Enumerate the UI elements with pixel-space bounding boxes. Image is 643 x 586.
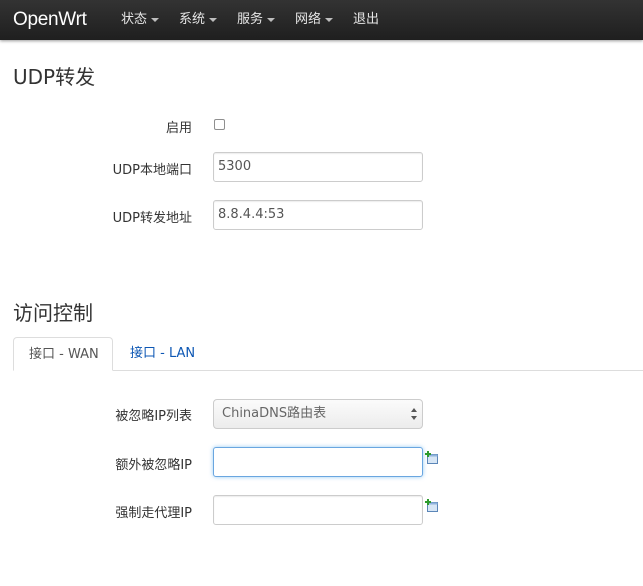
force-proxy-ip-label: 强制走代理IP	[115, 506, 192, 521]
top-navbar: OpenWrt 状态 系统 服务 网络 退出	[0, 0, 643, 40]
caret-down-icon	[267, 17, 276, 22]
ignore-ip-list-label: 被忽略IP列表	[115, 409, 192, 424]
nav-menu-services[interactable]: 服务	[237, 0, 276, 40]
brand-logo[interactable]: OpenWrt	[13, 0, 87, 40]
caret-down-icon	[209, 17, 218, 22]
nav-menu-services-label: 服务	[237, 12, 264, 27]
force-proxy-ip-input[interactable]	[213, 495, 423, 525]
udp-forward-address-input[interactable]: 8.8.4.4:53	[213, 200, 423, 230]
enable-checkbox[interactable]	[214, 119, 225, 130]
extra-ignore-ip-label: 额外被忽略IP	[115, 458, 192, 473]
nav-menu-logout[interactable]: 退出	[353, 0, 379, 40]
caret-down-icon	[151, 17, 160, 22]
udp-forward-address-label: UDP转发地址	[112, 211, 192, 226]
udp-local-port-label: UDP本地端口	[112, 163, 192, 178]
tab-interface-wan[interactable]: 接口 - WAN	[13, 337, 113, 371]
nav-menu-logout-label: 退出	[353, 12, 380, 27]
caret-down-icon	[325, 17, 334, 22]
select-arrows-icon	[411, 408, 417, 420]
udp-local-port-input[interactable]: 5300	[213, 152, 423, 182]
add-entry-icon[interactable]	[425, 451, 439, 465]
enable-label: 启用	[165, 121, 192, 136]
udp-section-title: UDP转发	[13, 65, 96, 89]
nav-menu-status-label: 状态	[121, 12, 148, 27]
extra-ignore-ip-input[interactable]	[213, 447, 423, 477]
nav-menu-status[interactable]: 状态	[121, 0, 160, 40]
nav-menu-network-label: 网络	[295, 12, 322, 27]
tab-interface-lan[interactable]: 接口 - LAN	[115, 337, 210, 371]
nav-menu-system-label: 系统	[179, 12, 206, 27]
ignore-ip-list-select[interactable]: ChinaDNS路由表	[213, 399, 423, 429]
access-control-title: 访问控制	[13, 301, 93, 325]
nav-menu-system[interactable]: 系统	[179, 0, 218, 40]
nav-menu-network[interactable]: 网络	[295, 0, 334, 40]
add-entry-icon[interactable]	[425, 499, 439, 513]
ignore-ip-list-selected: ChinaDNS路由表	[222, 406, 327, 421]
